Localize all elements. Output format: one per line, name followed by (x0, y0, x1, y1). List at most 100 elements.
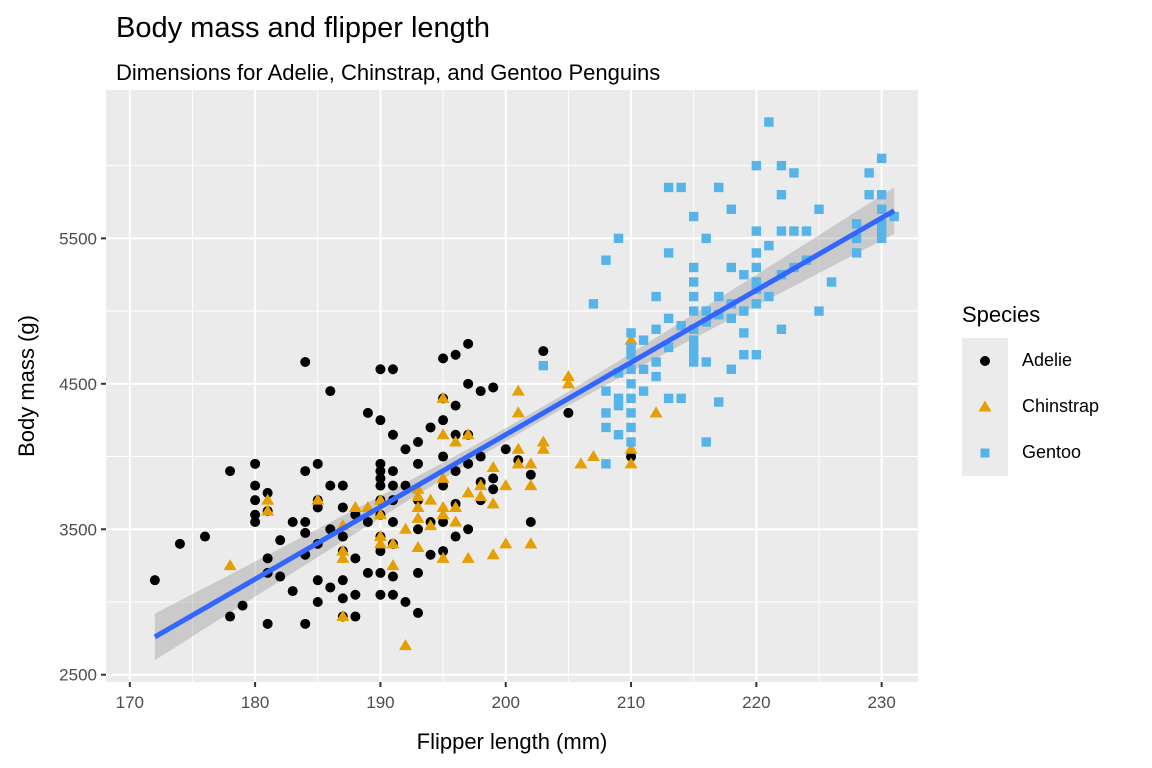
y-tick-label: 5500 (59, 229, 97, 248)
data-point (663, 248, 674, 258)
data-point (651, 371, 661, 382)
data-point (450, 349, 461, 360)
data-point (325, 480, 336, 491)
data-point (776, 324, 787, 334)
data-point (764, 291, 774, 302)
data-point (789, 168, 799, 178)
data-point (525, 517, 536, 527)
data-point (413, 567, 424, 578)
square-icon (980, 448, 990, 458)
data-point (751, 160, 762, 171)
data-point (776, 160, 787, 171)
data-point (237, 600, 248, 611)
data-point (350, 553, 361, 564)
data-point (626, 422, 636, 433)
data-point (475, 386, 486, 397)
data-point (250, 517, 261, 527)
data-point (739, 270, 749, 280)
data-point (387, 364, 398, 375)
legend-item-adelie: Adelie (962, 338, 1072, 384)
data-point (337, 575, 348, 586)
data-point (375, 589, 386, 600)
data-point (826, 277, 837, 287)
data-point (387, 589, 398, 600)
data-point (413, 458, 424, 469)
data-point (701, 233, 711, 244)
y-axis: 2500 3500 4500 5500 (59, 229, 106, 685)
data-point (676, 182, 686, 193)
data-point (688, 277, 699, 287)
data-point (613, 233, 624, 244)
data-point (776, 190, 787, 200)
data-point (538, 360, 549, 371)
data-point (413, 607, 424, 618)
data-point (488, 382, 499, 393)
data-point (701, 357, 711, 367)
data-point (563, 407, 574, 418)
y-tick-label: 2500 (59, 666, 97, 685)
data-point (626, 437, 636, 447)
data-point (663, 393, 674, 404)
data-point (538, 346, 549, 357)
data-point (337, 502, 348, 513)
data-point (300, 466, 311, 477)
legend-label: Adelie (1022, 350, 1073, 370)
data-point (626, 379, 636, 389)
x-axis-title: Flipper length (mm) (417, 729, 608, 754)
data-point (739, 328, 749, 338)
data-point (876, 204, 887, 214)
data-point (387, 480, 398, 491)
data-point (638, 335, 649, 345)
data-point (413, 437, 424, 447)
data-point (500, 444, 511, 455)
data-point (300, 517, 311, 527)
data-point (375, 364, 386, 375)
data-point (601, 408, 611, 418)
data-point (663, 313, 674, 324)
data-point (626, 393, 636, 404)
data-point (488, 484, 499, 495)
y-axis-title: Body mass (g) (14, 315, 39, 457)
data-point (876, 190, 887, 200)
data-point (287, 517, 298, 527)
data-point (814, 306, 824, 316)
data-point (601, 459, 611, 469)
data-point (199, 531, 210, 542)
data-point (688, 357, 699, 367)
data-point (149, 575, 160, 586)
data-point (613, 430, 624, 440)
data-point (400, 444, 411, 455)
data-point (463, 378, 474, 389)
legend-label: Chinstrap (1022, 396, 1100, 416)
data-point (225, 466, 236, 477)
data-point (275, 535, 286, 546)
data-point (325, 582, 336, 593)
data-point (300, 527, 311, 538)
data-point (651, 291, 661, 302)
data-point (262, 618, 273, 629)
y-tick-label: 4500 (59, 375, 97, 394)
data-point (275, 571, 286, 582)
data-point (300, 618, 311, 629)
data-point (312, 597, 323, 607)
data-point (626, 328, 636, 338)
data-point (337, 593, 348, 604)
data-point (789, 226, 799, 236)
data-point (325, 386, 336, 397)
data-point (726, 313, 736, 324)
data-point (387, 466, 398, 477)
data-point (864, 190, 874, 200)
data-point (250, 495, 261, 506)
data-point (225, 611, 236, 622)
x-tick-label: 180 (241, 693, 269, 712)
data-point (851, 248, 862, 258)
data-point (876, 153, 887, 164)
data-point (438, 353, 449, 364)
data-point (375, 480, 386, 491)
data-point (601, 255, 611, 265)
x-axis: 170 180 190 200 210 220 230 (116, 682, 896, 712)
data-point (312, 575, 323, 586)
data-point (726, 204, 736, 214)
x-tick-label: 170 (116, 693, 144, 712)
data-point (425, 549, 436, 560)
